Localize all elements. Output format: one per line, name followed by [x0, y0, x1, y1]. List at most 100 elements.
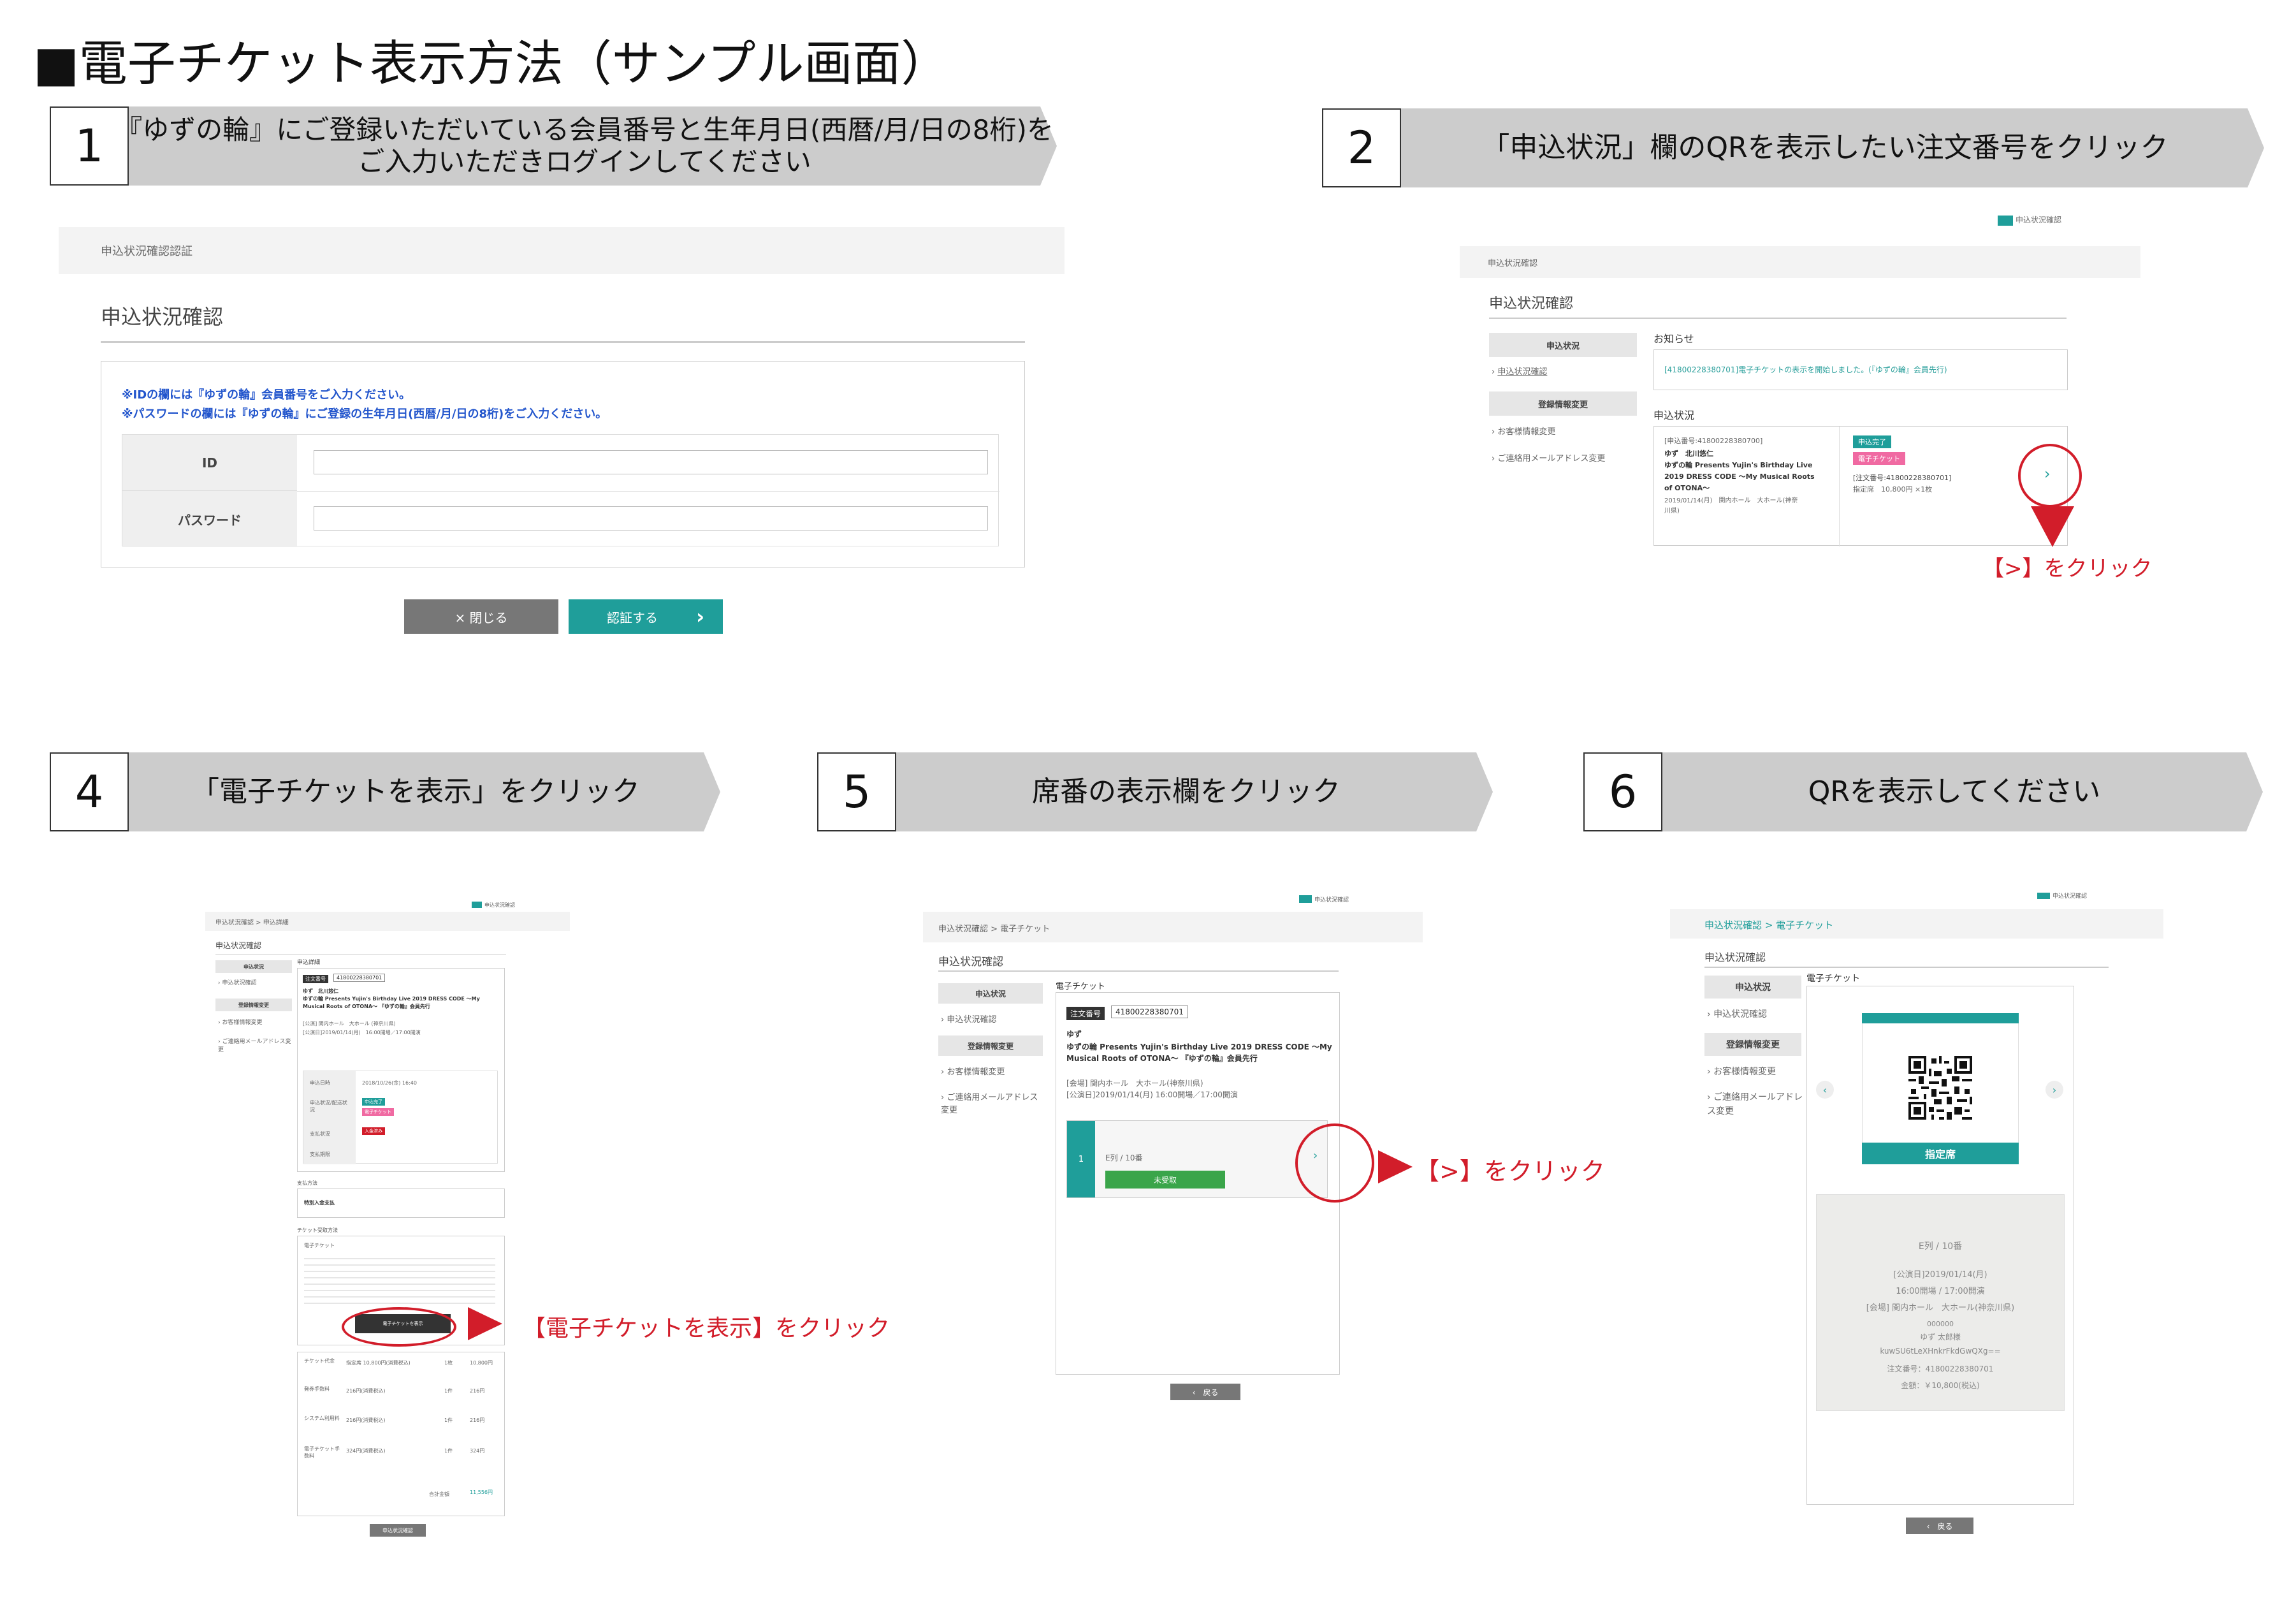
fee-value: 216円(消費税込) — [346, 1388, 386, 1394]
status-row[interactable]: [申込番号:41800228380700] ゆず 北川悠仁 ゆずの輪 Prese… — [1653, 426, 2068, 546]
top-status-link[interactable]: 申込状況確認 — [484, 902, 515, 909]
breadcrumb-bar: 申込状況確認 > 申込詳細 — [205, 912, 570, 931]
password-input[interactable] — [314, 506, 988, 530]
side-customer-link[interactable]: › お客様情報変更 — [218, 1018, 262, 1026]
top-status-link[interactable]: 申込状況確認 — [2016, 214, 2061, 225]
side-email-link[interactable]: › ご連絡用メールアドレス変更 — [1707, 1090, 1804, 1118]
screen1-heading-wrap: 申込状況確認 — [101, 301, 1025, 343]
ticket-info-panel: E列 / 10番 [公演日]2019/01/14(月) 16:00開場 / 17… — [1816, 1194, 2065, 1411]
side-reg-header: 登録情報変更 — [1704, 1033, 1801, 1056]
auth-button[interactable]: 認証する › — [569, 599, 723, 634]
chevron-right-icon: › — [696, 604, 705, 629]
perf-date: [公演日]2019/01/14(月) 16:00開場／17:00開演 — [303, 1030, 421, 1035]
arrow-down-icon — [2031, 506, 2074, 547]
fee-label: 発券手数料 — [304, 1386, 330, 1392]
screen6-heading-wrap: 申込状況確認 — [1704, 949, 2109, 968]
screen-heading: 申込状況確認 — [1489, 296, 1574, 312]
step-number: 5 — [817, 752, 896, 831]
notice-box: [41800228380701]電子チケットの表示を開始しました。(『ゆずの輪』… — [1653, 349, 2068, 390]
next-ticket-button[interactable]: › — [2045, 1081, 2063, 1099]
top-status-link[interactable]: 申込状況確認 — [1314, 895, 1349, 903]
side-status-link[interactable]: › 申込状況確認 — [218, 978, 256, 986]
step-number: 1 — [50, 106, 129, 186]
breadcrumb: 申込状況確認 > 電子チケット — [1704, 919, 1834, 931]
row-divider — [297, 491, 999, 492]
fee-total: 324円 — [470, 1448, 485, 1454]
side-status-header: 申込状況 — [1704, 976, 1801, 999]
side-customer-link[interactable]: › お客様情報変更 — [1707, 1065, 1776, 1078]
side-email-link[interactable]: › ご連絡用メールアドレス変更 — [218, 1037, 293, 1053]
login-form: ※IDの欄には『ゆずの輪』会員番号をご入力ください。 ※パスワードの欄には『ゆず… — [101, 361, 1025, 567]
unused-badge: 未受取 — [1105, 1171, 1225, 1189]
pay-box: 特別入金支払 — [297, 1189, 505, 1218]
ticket-code: 000000 — [1927, 1320, 1954, 1328]
fee-qty: 1件 — [444, 1417, 453, 1423]
recv-instructions — [304, 1253, 495, 1305]
prev-ticket-button[interactable]: ‹ — [1816, 1081, 1834, 1099]
back-button[interactable]: ‹ 戻る — [1170, 1384, 1240, 1400]
breadcrumb: 申込状況確認 — [1488, 259, 1538, 268]
id-input[interactable] — [314, 450, 988, 474]
top-status-link[interactable]: 申込状況確認 — [2053, 891, 2087, 900]
back-button[interactable]: ‹ 戻る — [1906, 1518, 1973, 1534]
fee-table: チケット代金 指定席 10,800円(消費税込) 1枚 10,800円 発券手数… — [297, 1352, 505, 1516]
fee-value: 216円(消費税込) — [346, 1417, 386, 1423]
price: 金額：￥10,800(税込) — [1901, 1381, 1980, 1390]
id-label: ID — [122, 435, 297, 491]
qr-code-icon — [1908, 1056, 1972, 1120]
eticket-title: 電子チケット — [1056, 982, 1106, 991]
seat-label: E列 / 10番 — [1105, 1153, 1143, 1162]
holder-name: ゆず 太郎様 — [1920, 1333, 1961, 1342]
back-to-status-button[interactable]: 申込状況確認 — [370, 1524, 426, 1537]
breadcrumb-bar: 申込状況確認 — [1460, 246, 2140, 278]
breadcrumb: 申込状況確認 > 電子チケット — [938, 925, 1050, 934]
side-status-link[interactable]: › 申込状況確認 — [941, 1013, 996, 1025]
side-status-link[interactable]: › 申込状況確認 — [1707, 1007, 1767, 1020]
fee-label: システム利用料 — [304, 1416, 340, 1421]
side-email-link[interactable]: › ご連絡用メールアドレス変更 — [941, 1092, 1044, 1117]
order-number: [申込番号:41800228380700] — [1664, 437, 1763, 445]
side-status-header: 申込状況 — [938, 983, 1043, 1004]
seat-row[interactable]: 1 E列 / 10番 未受取 › — [1066, 1120, 1328, 1198]
screen-heading: 申込状況確認 — [938, 956, 1003, 969]
event-name: ゆずの輪 Presents Yujin's Birthday Live 2019… — [303, 996, 480, 1009]
breadcrumb-bar: 申込状況確認 > 電子チケット — [923, 912, 1423, 942]
side-customer-link[interactable]: › お客様情報変更 — [941, 1065, 1005, 1077]
event-line: of OTONA～ — [1664, 484, 1710, 492]
side-status-header: 申込状況 — [1489, 333, 1637, 357]
highlight-circle — [1295, 1123, 1374, 1203]
eticket-badge: 電子チケット — [362, 1108, 394, 1116]
order-number: 注文番号：41800228380701 — [1887, 1364, 1994, 1373]
menu-icon — [1299, 895, 1312, 903]
side-email-link[interactable]: › ご連絡用メールアドレス変更 — [1492, 451, 1605, 464]
step-number: 6 — [1583, 752, 1662, 831]
highlight-circle — [342, 1307, 456, 1347]
status-badge: 申込完了 — [1853, 435, 1891, 448]
total-label: 合計金額 — [429, 1491, 449, 1497]
fee-label: 電子チケット手数料 — [304, 1446, 340, 1459]
fee-total: 216円 — [470, 1388, 485, 1394]
fee-value: 324円(消費税込) — [346, 1448, 386, 1454]
perf-date: [公演日]2019/01/14(月) — [1893, 1270, 1987, 1280]
notice-title: お知らせ — [1653, 333, 1694, 345]
total-amount: 11,556円 — [470, 1489, 493, 1495]
date-venue: 2019/01/14(月) 関内ホール 大ホール(神奈 — [1664, 497, 1798, 504]
status-title: 申込状況 — [1653, 409, 1695, 421]
side-customer-link[interactable]: › お客様情報変更 — [1492, 425, 1555, 437]
form-note: ※IDの欄には『ゆずの輪』会員番号をご入力ください。 — [122, 388, 411, 402]
side-status-link[interactable]: › 申込状況確認 — [1492, 365, 1547, 377]
seat-index: 1 — [1067, 1121, 1095, 1197]
breadcrumb-bar: 申込状況確認認証 — [59, 227, 1064, 274]
close-button[interactable]: × 閉じる — [404, 599, 558, 634]
recv-title: チケット受取方法 — [297, 1227, 338, 1233]
fee-qty: 1件 — [444, 1448, 453, 1454]
artist: ゆず — [1066, 1030, 1082, 1039]
venue: [会場] 関内ホール 大ホール(神奈川県) — [1866, 1303, 2015, 1313]
perf-time: 16:00開場 / 17:00開演 — [1896, 1287, 1985, 1296]
row-label: 支払期限 — [310, 1152, 330, 1157]
callout-text: 【電子チケットを表示】をクリック — [523, 1315, 890, 1342]
side-reg-header: 登録情報変更 — [215, 999, 292, 1011]
notice-text[interactable]: [41800228380701]電子チケットの表示を開始しました。(『ゆずの輪』… — [1664, 364, 1947, 375]
step-text: QRを表示してください — [1808, 775, 2101, 808]
breadcrumb: 申込状況確認認証 — [101, 245, 193, 258]
